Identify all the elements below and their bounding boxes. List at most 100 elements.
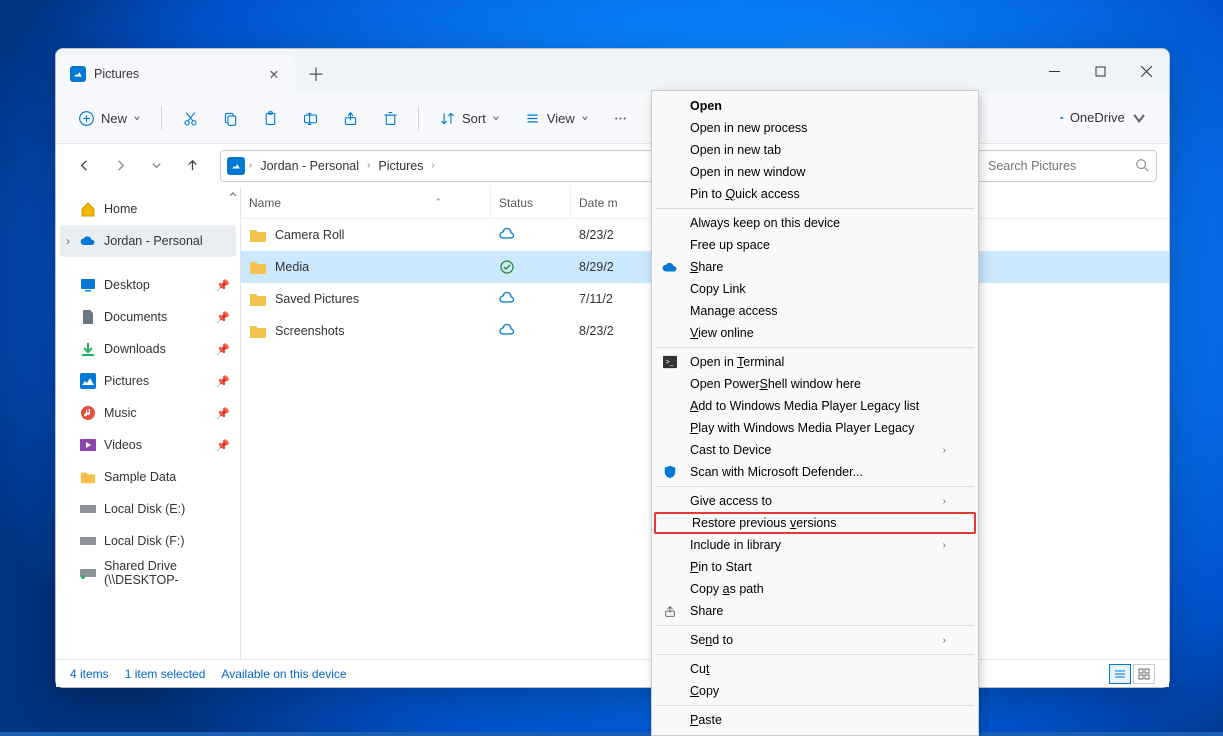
ctx-view-online[interactable]: View online bbox=[654, 322, 976, 344]
ctx-open[interactable]: Open bbox=[654, 95, 976, 117]
sidebar-item-personal[interactable]: Jordan - Personal bbox=[60, 225, 236, 257]
ctx-give-access[interactable]: Give access to› bbox=[654, 490, 976, 512]
more-button[interactable] bbox=[603, 100, 639, 136]
sidebar-item-disk-f[interactable]: Local Disk (F:) bbox=[56, 525, 240, 557]
ctx-share[interactable]: Share bbox=[654, 600, 976, 622]
ctx-share-onedrive[interactable]: Share bbox=[654, 256, 976, 278]
document-icon bbox=[80, 309, 96, 325]
view-button[interactable]: View bbox=[514, 100, 599, 136]
tab-pictures[interactable]: Pictures ✕ bbox=[56, 55, 296, 93]
ctx-include-library[interactable]: Include in library› bbox=[654, 534, 976, 556]
selection-count: 1 item selected bbox=[125, 667, 206, 681]
ctx-free-up[interactable]: Free up space bbox=[654, 234, 976, 256]
sidebar-item-sample[interactable]: Sample Data bbox=[56, 461, 240, 493]
search-input[interactable] bbox=[977, 150, 1157, 182]
ctx-pin-quick[interactable]: Pin to Quick access bbox=[654, 183, 976, 205]
ctx-defender[interactable]: Scan with Microsoft Defender... bbox=[654, 461, 976, 483]
ctx-send-to[interactable]: Send to› bbox=[654, 629, 976, 651]
breadcrumb-pictures[interactable]: Pictures bbox=[374, 157, 427, 175]
details-view-button[interactable] bbox=[1109, 664, 1131, 684]
pin-icon: 📌 bbox=[216, 439, 230, 452]
network-drive-icon bbox=[80, 565, 96, 581]
terminal-icon: >_ bbox=[662, 354, 678, 370]
delete-button[interactable] bbox=[372, 100, 408, 136]
svg-text:>_: >_ bbox=[666, 359, 674, 366]
ctx-copy[interactable]: Copy bbox=[654, 680, 976, 702]
sidebar-item-pictures[interactable]: Pictures📌 bbox=[56, 365, 240, 397]
tiles-view-button[interactable] bbox=[1133, 664, 1155, 684]
sidebar-item-music[interactable]: Music📌 bbox=[56, 397, 240, 429]
sort-indicator-icon: ⌃ bbox=[434, 197, 442, 208]
maximize-button[interactable] bbox=[1077, 49, 1123, 93]
close-window-button[interactable] bbox=[1123, 49, 1169, 93]
ctx-copy-path[interactable]: Copy as path bbox=[654, 578, 976, 600]
new-button[interactable]: New bbox=[68, 100, 151, 136]
folder-icon bbox=[249, 228, 267, 242]
pin-icon: 📌 bbox=[216, 279, 230, 292]
shield-icon bbox=[662, 464, 678, 480]
close-tab-button[interactable]: ✕ bbox=[266, 66, 282, 82]
ctx-open-process[interactable]: Open in new process bbox=[654, 117, 976, 139]
sidebar-item-documents[interactable]: Documents📌 bbox=[56, 301, 240, 333]
sidebar-item-disk-e[interactable]: Local Disk (E:) bbox=[56, 493, 240, 525]
submenu-arrow-icon: › bbox=[943, 496, 946, 507]
sidebar-item-shared[interactable]: Shared Drive (\\DESKTOP- bbox=[56, 557, 240, 589]
sidebar-item-downloads[interactable]: Downloads📌 bbox=[56, 333, 240, 365]
pictures-icon bbox=[70, 66, 86, 82]
ctx-pin-start[interactable]: Pin to Start bbox=[654, 556, 976, 578]
ctx-cut[interactable]: Cut bbox=[654, 658, 976, 680]
ctx-always-keep[interactable]: Always keep on this device bbox=[654, 212, 976, 234]
synced-status-icon bbox=[499, 259, 515, 275]
desktop-icon bbox=[80, 277, 96, 293]
pictures-icon bbox=[227, 157, 245, 175]
drive-icon bbox=[80, 533, 96, 549]
ctx-open-window[interactable]: Open in new window bbox=[654, 161, 976, 183]
cloud-icon bbox=[1060, 111, 1064, 125]
cloud-status-icon bbox=[499, 291, 515, 307]
drive-icon bbox=[80, 501, 96, 517]
sidebar-item-desktop[interactable]: Desktop📌 bbox=[56, 269, 240, 301]
ctx-manage-access[interactable]: Manage access bbox=[654, 300, 976, 322]
minimize-button[interactable] bbox=[1031, 49, 1077, 93]
rename-button[interactable] bbox=[292, 100, 328, 136]
back-button[interactable] bbox=[68, 150, 100, 182]
breadcrumb-personal[interactable]: Jordan - Personal bbox=[256, 157, 363, 175]
cut-button[interactable] bbox=[172, 100, 208, 136]
folder-icon bbox=[249, 260, 267, 274]
video-icon bbox=[80, 437, 96, 453]
ctx-open-terminal[interactable]: >_Open in Terminal bbox=[654, 351, 976, 373]
paste-button[interactable] bbox=[252, 100, 288, 136]
item-count: 4 items bbox=[70, 667, 109, 681]
ctx-open-tab[interactable]: Open in new tab bbox=[654, 139, 976, 161]
onedrive-button[interactable]: OneDrive bbox=[1050, 110, 1157, 126]
new-tab-button[interactable]: ＋ bbox=[296, 55, 336, 93]
sidebar-item-home[interactable]: Home bbox=[56, 193, 240, 225]
pictures-icon bbox=[80, 373, 96, 389]
ctx-open-powershell[interactable]: Open PowerShell window here bbox=[654, 373, 976, 395]
pin-icon: 📌 bbox=[216, 407, 230, 420]
share-button[interactable] bbox=[332, 100, 368, 136]
folder-icon bbox=[249, 324, 267, 338]
sidebar-item-videos[interactable]: Videos📌 bbox=[56, 429, 240, 461]
column-status[interactable]: Status bbox=[491, 187, 571, 218]
ctx-wmp-play[interactable]: Play with Windows Media Player Legacy bbox=[654, 417, 976, 439]
home-icon bbox=[80, 201, 96, 217]
up-button[interactable] bbox=[176, 150, 208, 182]
status-bar: 4 items 1 item selected Available on thi… bbox=[56, 659, 1169, 687]
availability-status: Available on this device bbox=[221, 667, 346, 681]
body: ⌃ Home Jordan - Personal Desktop📌 Docume… bbox=[56, 187, 1169, 659]
chevron-right-icon[interactable]: › bbox=[367, 160, 370, 171]
ctx-copy-link[interactable]: Copy Link bbox=[654, 278, 976, 300]
recent-button[interactable] bbox=[140, 150, 172, 182]
copy-button[interactable] bbox=[212, 100, 248, 136]
chevron-right-icon[interactable]: › bbox=[249, 160, 252, 171]
cloud-status-icon bbox=[499, 323, 515, 339]
forward-button[interactable] bbox=[104, 150, 136, 182]
chevron-right-icon[interactable]: › bbox=[432, 160, 435, 171]
sort-button[interactable]: Sort bbox=[429, 100, 510, 136]
column-name[interactable]: Name⌃ bbox=[241, 187, 491, 218]
ctx-cast[interactable]: Cast to Device› bbox=[654, 439, 976, 461]
ctx-wmp-add[interactable]: Add to Windows Media Player Legacy list bbox=[654, 395, 976, 417]
ctx-paste[interactable]: Paste bbox=[654, 709, 976, 731]
ctx-restore-versions[interactable]: Restore previous versions bbox=[654, 512, 976, 534]
